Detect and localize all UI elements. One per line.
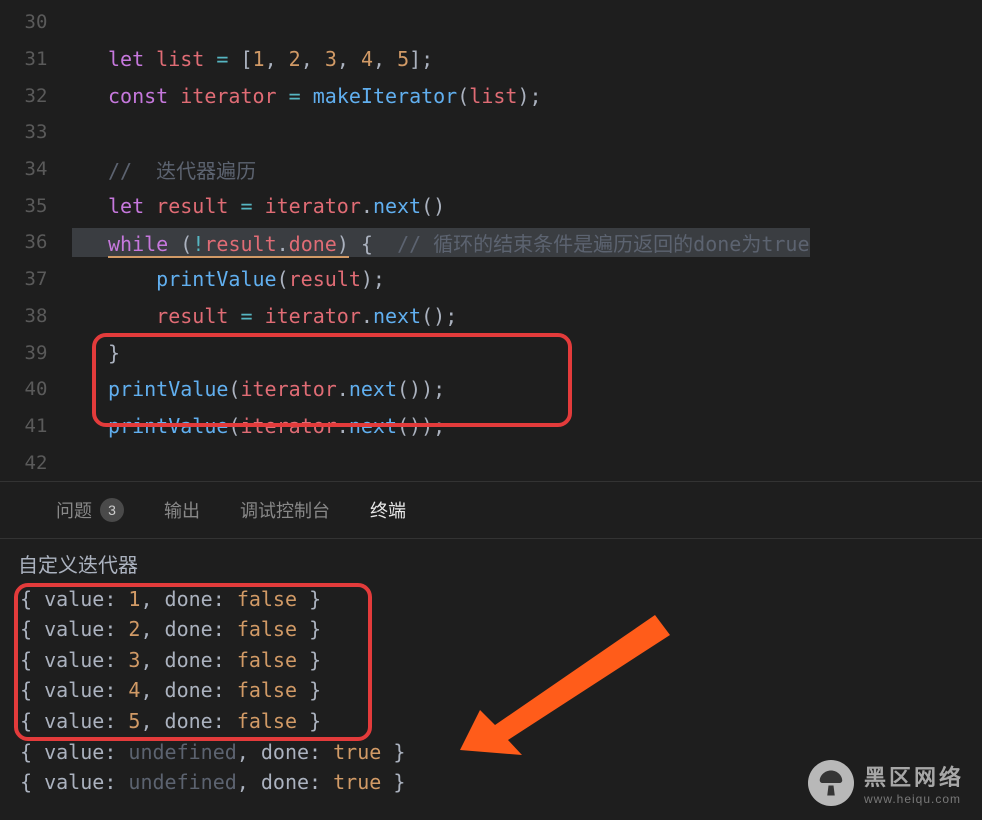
code-content: const iterator = makeIterator(list);	[72, 84, 542, 108]
code-line[interactable]: 36while (!result.done) { // 循环的结束条件是遍历返回…	[0, 224, 982, 261]
line-number: 34	[0, 158, 72, 180]
line-number: 42	[0, 452, 72, 474]
tab-terminal[interactable]: 终端	[370, 497, 406, 523]
line-number: 36	[0, 231, 72, 253]
terminal-title: 自定义迭代器	[18, 551, 962, 582]
code-editor[interactable]: 3031let list = [1, 2, 3, 4, 5];32const i…	[0, 0, 982, 481]
code-line[interactable]: 34// 迭代器遍历	[0, 151, 982, 188]
line-number: 32	[0, 85, 72, 107]
code-line[interactable]: 40printValue(iterator.next());	[0, 371, 982, 408]
line-number: 37	[0, 268, 72, 290]
line-number: 35	[0, 195, 72, 217]
code-line[interactable]: 33	[0, 114, 982, 151]
code-line[interactable]: 42	[0, 444, 982, 481]
line-number: 41	[0, 415, 72, 437]
tab-problems[interactable]: 问题 3	[56, 497, 124, 523]
terminal-line: { value: 1, done: false }	[20, 584, 962, 615]
terminal-line: { value: 2, done: false }	[20, 614, 962, 645]
code-content: }	[72, 341, 120, 365]
terminal-line: { value: 5, done: false }	[20, 706, 962, 737]
code-line[interactable]: 31let list = [1, 2, 3, 4, 5];	[0, 41, 982, 78]
tab-output[interactable]: 输出	[164, 497, 200, 523]
watermark-title: 黑区网络	[864, 760, 964, 792]
terminal-line: { value: 3, done: false }	[20, 645, 962, 676]
tab-problems-label: 问题	[56, 497, 92, 523]
line-number: 39	[0, 342, 72, 364]
code-content: result = iterator.next();	[72, 304, 457, 328]
line-number: 38	[0, 305, 72, 327]
code-content: printValue(iterator.next());	[72, 414, 445, 438]
code-line[interactable]: 38 result = iterator.next();	[0, 298, 982, 335]
code-line[interactable]: 39}	[0, 334, 982, 371]
line-number: 31	[0, 48, 72, 70]
code-content: while (!result.done) { // 循环的结束条件是遍历返回的d…	[72, 228, 810, 257]
terminal-line: { value: 4, done: false }	[20, 675, 962, 706]
code-content: // 迭代器遍历	[72, 155, 256, 184]
mushroom-icon	[808, 760, 854, 806]
line-number: 40	[0, 378, 72, 400]
code-content: let result = iterator.next()	[72, 194, 445, 218]
code-line[interactable]: 41printValue(iterator.next());	[0, 408, 982, 445]
line-number: 33	[0, 121, 72, 143]
code-content: printValue(iterator.next());	[72, 377, 445, 401]
code-content: printValue(result);	[72, 267, 385, 291]
code-line[interactable]: 30	[0, 4, 982, 41]
watermark-url: www.heiqu.com	[864, 792, 964, 806]
problems-count-badge: 3	[100, 498, 124, 522]
tab-debug-console[interactable]: 调试控制台	[240, 497, 330, 523]
watermark: 黑区网络 www.heiqu.com	[808, 760, 964, 806]
panel-tabs: 问题 3 输出 调试控制台 终端	[0, 482, 982, 539]
code-line[interactable]: 32const iterator = makeIterator(list);	[0, 77, 982, 114]
line-number: 30	[0, 11, 72, 33]
code-line[interactable]: 37 printValue(result);	[0, 261, 982, 298]
code-content: let list = [1, 2, 3, 4, 5];	[72, 47, 433, 71]
code-line[interactable]: 35let result = iterator.next()	[0, 187, 982, 224]
